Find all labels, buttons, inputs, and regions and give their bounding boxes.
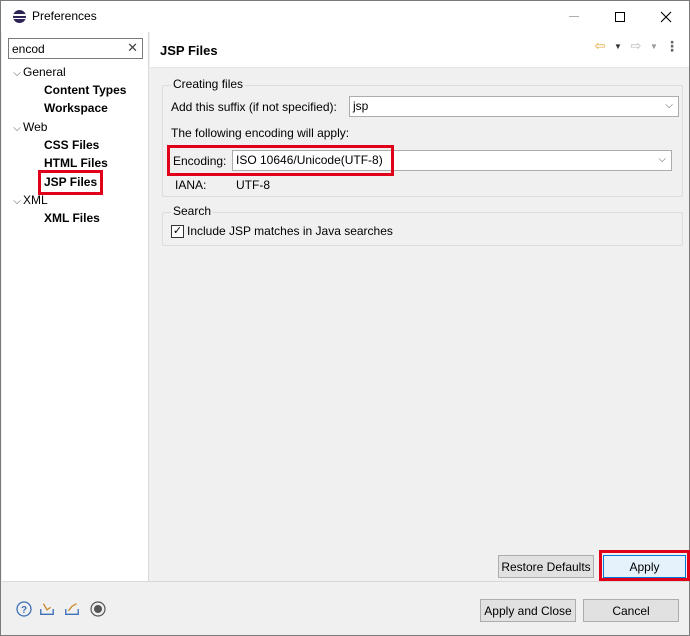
suffix-label: Add this suffix (if not specified): <box>171 100 337 114</box>
chevron-down-icon[interactable]: ⌵ <box>11 65 23 82</box>
dialog-footer: ? Apply and Close Cancel <box>2 581 689 635</box>
tree-item-label: Content Types <box>44 83 127 97</box>
group-title: Search <box>171 204 214 218</box>
import-icon[interactable] <box>39 601 55 617</box>
creating-files-group: Creating files Add this suffix (if not s… <box>162 77 683 197</box>
tree-item-workspace[interactable]: Workspace <box>44 100 108 117</box>
tree-item-xml[interactable]: ⌵ XML <box>11 192 48 210</box>
tree-item-content-types[interactable]: Content Types <box>44 82 126 99</box>
include-jsp-checkbox[interactable]: ✓ <box>171 225 184 238</box>
tree-item-label: JSP Files <box>44 175 98 189</box>
chevron-down-icon[interactable]: ⌵ <box>11 193 23 210</box>
forward-history-dropdown-icon[interactable]: ▼ <box>647 39 661 53</box>
tree-item-label: Web <box>23 120 48 134</box>
filter-input[interactable] <box>12 41 122 56</box>
back-history-dropdown-icon[interactable]: ▼ <box>611 39 625 53</box>
svg-text:?: ? <box>21 605 27 616</box>
search-group: Search ✓ Include JSP matches in Java sea… <box>162 204 683 246</box>
apply-and-close-button[interactable]: Apply and Close <box>480 599 576 622</box>
tree-item-label: HTML Files <box>44 156 108 170</box>
record-icon[interactable] <box>90 601 106 617</box>
iana-label: IANA: <box>175 178 207 192</box>
maximize-button[interactable] <box>597 1 643 32</box>
window-title: Preferences <box>32 9 97 23</box>
tree-item-label: XML Files <box>44 211 100 225</box>
cancel-button[interactable]: Cancel <box>583 599 679 622</box>
tree-item-xml-files[interactable]: XML Files <box>44 210 100 227</box>
tree-item-label: CSS Files <box>44 138 100 152</box>
help-icon[interactable]: ? <box>16 601 32 617</box>
forward-arrow-icon[interactable]: ⇨ <box>629 38 643 53</box>
page-navigation: ⇦ ▼ ⇨ ▼ ⋮ <box>593 38 679 54</box>
tree-item-label: General <box>23 65 66 79</box>
selected-tree-item-highlight: JSP Files <box>38 170 104 195</box>
minimize-button[interactable] <box>551 1 597 32</box>
suffix-combo[interactable]: jsp ⌵ <box>349 96 679 117</box>
include-jsp-label[interactable]: Include JSP matches in Java searches <box>187 224 393 238</box>
minimize-icon <box>569 16 579 17</box>
tree-item-label: Workspace <box>44 101 108 115</box>
title-bar: Preferences <box>1 1 689 32</box>
chevron-down-icon[interactable]: ⌵ <box>11 120 23 137</box>
apply-and-close-label: Apply and Close <box>484 603 572 618</box>
restore-defaults-label: Restore Defaults <box>501 559 591 574</box>
encoding-note: The following encoding will apply: <box>171 126 350 140</box>
group-title: Creating files <box>171 77 246 91</box>
clear-filter-icon[interactable]: ✕ <box>127 40 138 56</box>
cancel-label: Cancel <box>612 603 650 618</box>
maximize-icon <box>615 11 625 22</box>
preferences-tree-pane: ✕ ⌵General Content Types Workspace ⌵Web … <box>2 32 149 581</box>
iana-value: UTF-8 <box>236 178 270 192</box>
export-icon[interactable] <box>64 601 80 617</box>
restore-defaults-button[interactable]: Restore Defaults <box>498 555 594 578</box>
tree-item-css-files[interactable]: CSS Files <box>44 137 99 154</box>
close-icon <box>660 11 672 22</box>
eclipse-app-icon <box>13 10 26 23</box>
encoding-highlight <box>167 145 394 176</box>
view-menu-icon[interactable]: ⋮ <box>665 38 679 54</box>
page-content: Creating files Add this suffix (if not s… <box>150 69 690 581</box>
preferences-window: Preferences ✕ ⌵General Content Types <box>0 0 690 636</box>
tree-item-jsp-files[interactable]: JSP Files <box>38 170 104 195</box>
suffix-value: jsp <box>353 99 369 113</box>
tree-item-label: XML <box>23 193 48 207</box>
preference-page: JSP Files ⇦ ▼ ⇨ ▼ ⋮ Creating files Add t… <box>150 32 690 581</box>
chevron-down-icon[interactable]: ⌵ <box>665 100 673 111</box>
close-button[interactable] <box>643 1 689 32</box>
page-header: JSP Files ⇦ ▼ ⇨ ▼ ⋮ <box>150 32 689 68</box>
page-title: JSP Files <box>160 43 218 58</box>
tree-item-general[interactable]: ⌵ General <box>11 64 66 81</box>
filter-field[interactable]: ✕ <box>8 38 143 59</box>
chevron-down-icon[interactable]: ⌵ <box>658 154 666 165</box>
tree-item-web[interactable]: ⌵ Web <box>11 119 47 136</box>
back-arrow-icon[interactable]: ⇦ <box>593 38 607 53</box>
apply-highlight <box>599 550 690 581</box>
